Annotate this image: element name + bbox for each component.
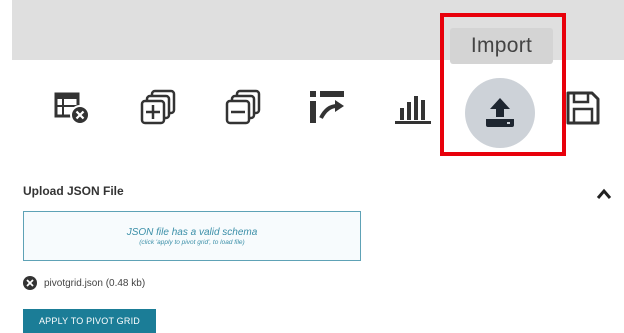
sort-icon[interactable] <box>307 88 347 128</box>
import-button[interactable] <box>465 78 535 148</box>
clear-grid-icon[interactable] <box>53 88 93 128</box>
file-name: pivotgrid.json (0.48 kb) <box>44 277 146 289</box>
import-tooltip: Import <box>450 28 553 64</box>
drop-zone-hint: (click 'apply to pivot grid', to load fi… <box>139 239 245 246</box>
collapse-all-icon[interactable] <box>223 88 263 128</box>
file-drop-zone[interactable]: JSON file has a valid schema (click 'app… <box>23 211 361 261</box>
remove-file-icon[interactable] <box>23 276 37 290</box>
expand-all-icon[interactable] <box>138 88 178 128</box>
chevron-up-icon[interactable] <box>596 187 612 199</box>
save-icon[interactable] <box>563 88 603 128</box>
upload-section-title: Upload JSON File <box>23 184 124 198</box>
apply-to-pivot-grid-button[interactable]: APPLY TO PIVOT GRID <box>23 309 156 333</box>
uploaded-file-row: pivotgrid.json (0.48 kb) <box>23 275 145 291</box>
chart-icon[interactable] <box>393 88 433 128</box>
drop-zone-message: JSON file has a valid schema <box>126 227 258 238</box>
upload-icon <box>486 98 514 127</box>
